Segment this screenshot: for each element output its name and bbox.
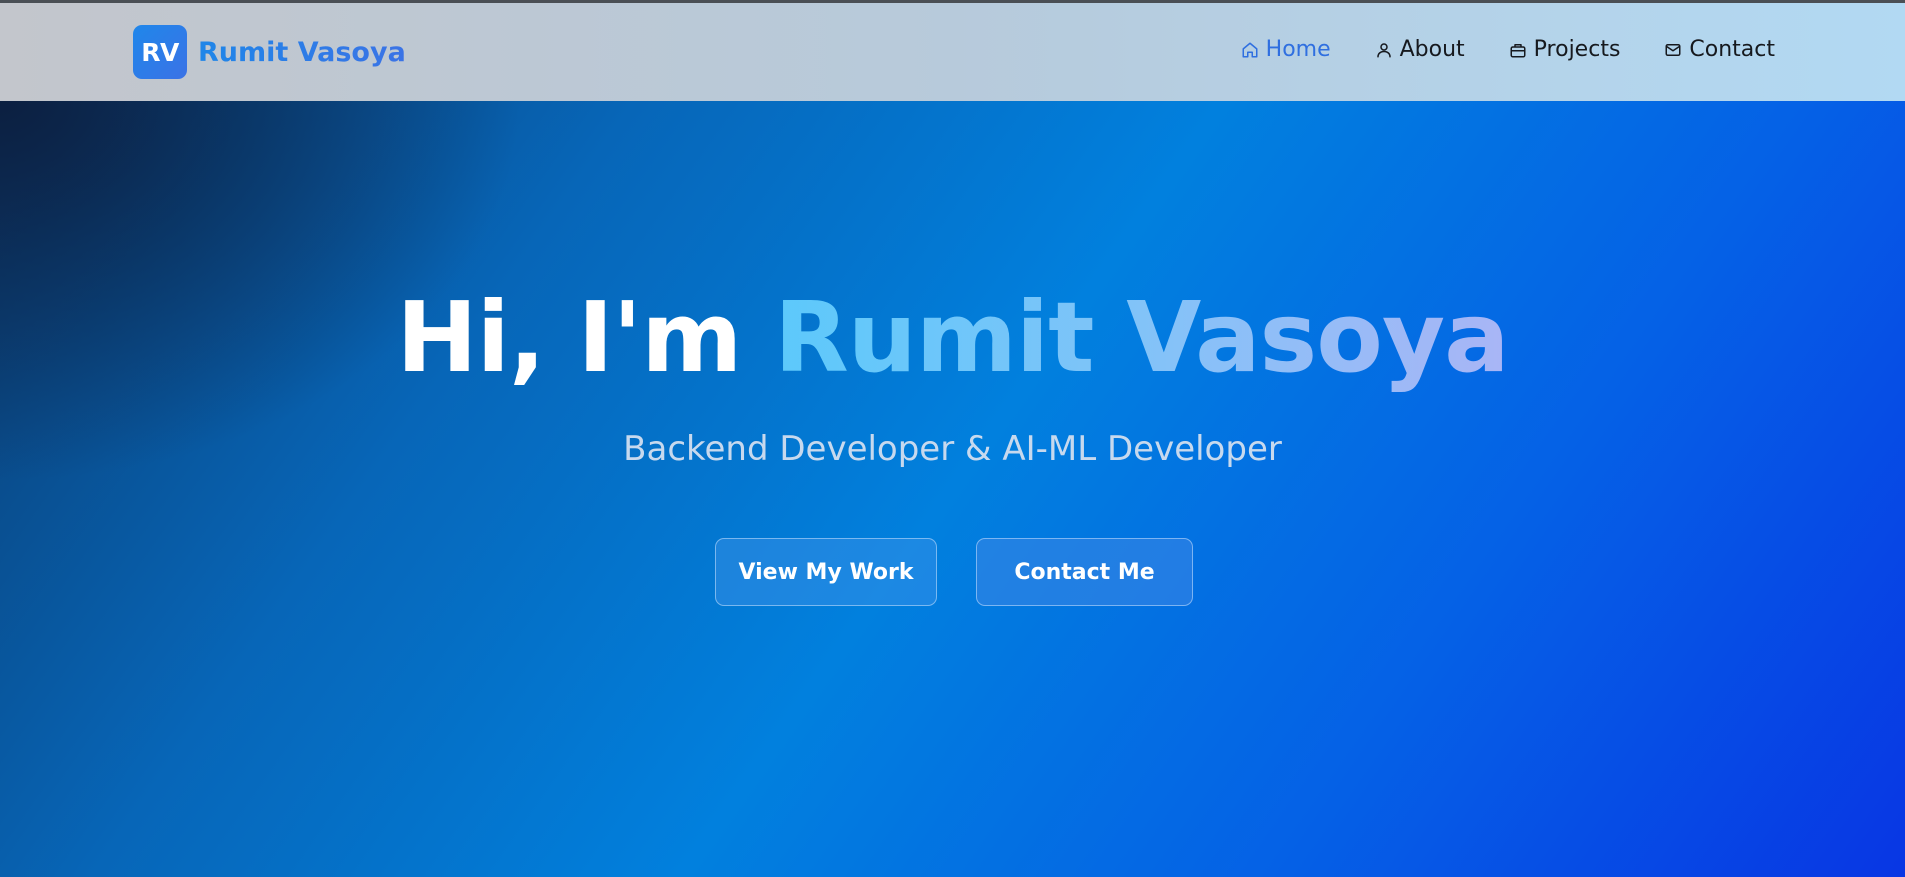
nav-label-home: Home <box>1265 37 1331 62</box>
window-top-border <box>0 0 1905 3</box>
user-icon <box>1376 42 1391 57</box>
hero-title: Hi, I'm Rumit Vasoya <box>0 281 1905 394</box>
brand[interactable]: RV Rumit Vasoya <box>133 25 406 79</box>
home-icon <box>1242 42 1258 57</box>
nav-item-home[interactable]: Home <box>1241 37 1331 62</box>
mail-icon <box>1665 43 1681 56</box>
main-nav: Home About Projects Contact <box>1241 37 1775 62</box>
view-my-work-button[interactable]: View My Work <box>715 538 937 606</box>
briefcase-icon <box>1510 43 1526 57</box>
hero-section: Hi, I'm Rumit Vasoya Backend Developer &… <box>0 101 1905 877</box>
hero-subtitle: Backend Developer & AI-ML Developer <box>623 429 1282 469</box>
nav-label-about: About <box>1399 37 1465 62</box>
brand-logo: RV <box>133 25 187 79</box>
nav-label-contact: Contact <box>1689 37 1775 62</box>
hero-buttons: View My Work Contact Me <box>715 538 1193 606</box>
brand-name: Rumit Vasoya <box>198 36 406 68</box>
hero-greeting: Hi, I'm <box>396 281 742 394</box>
contact-me-button[interactable]: Contact Me <box>976 538 1193 606</box>
hero-name: Rumit Vasoya <box>774 281 1509 394</box>
nav-item-projects[interactable]: Projects <box>1509 37 1621 62</box>
navbar: RV Rumit Vasoya Home About Projects Cont… <box>0 3 1905 101</box>
nav-label-projects: Projects <box>1533 37 1621 62</box>
nav-item-about[interactable]: About <box>1375 37 1465 62</box>
nav-item-contact[interactable]: Contact <box>1664 37 1775 62</box>
